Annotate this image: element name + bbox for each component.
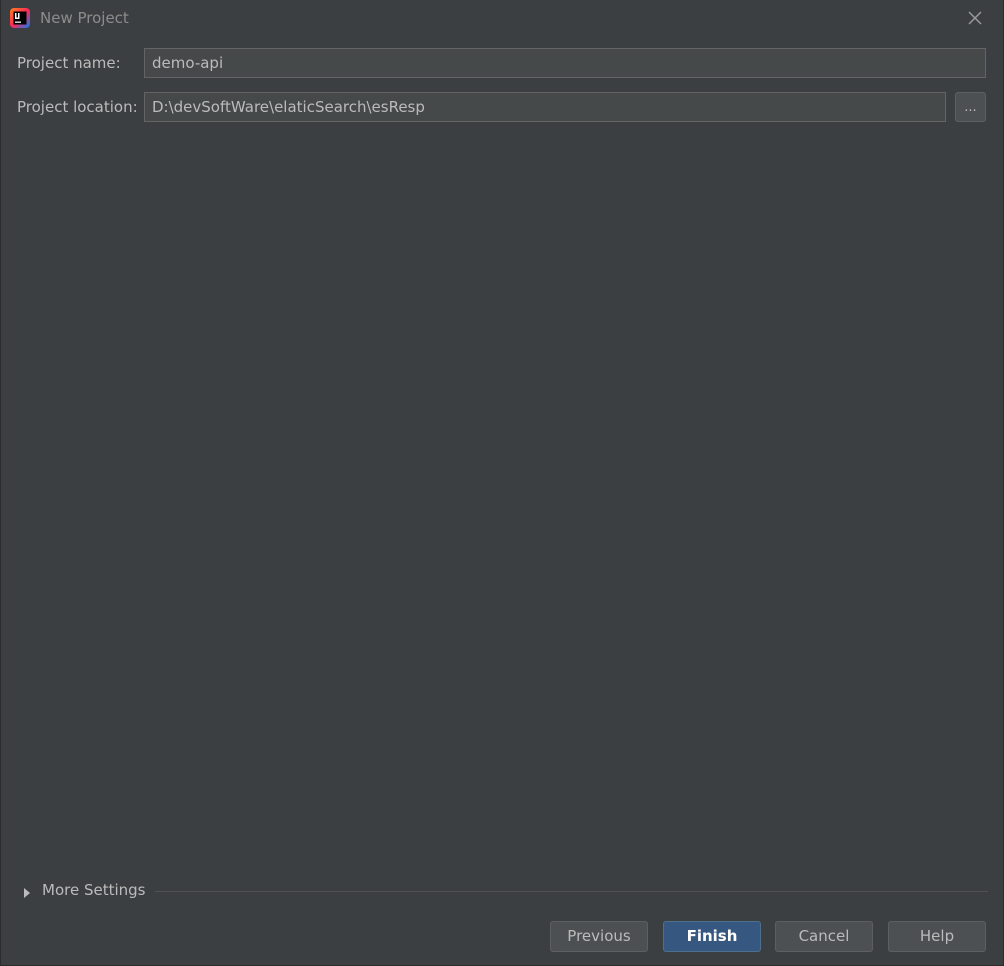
- new-project-dialog: New Project Project name: Project locati…: [0, 0, 1004, 966]
- finish-button[interactable]: Finish: [663, 921, 761, 952]
- project-name-label: Project name:: [17, 54, 121, 72]
- project-location-label: Project location:: [17, 98, 138, 116]
- intellij-idea-icon: [10, 8, 30, 28]
- chevron-right-icon: [21, 884, 33, 898]
- project-location-row: Project location: ...: [1, 92, 1004, 122]
- browse-button[interactable]: ...: [955, 92, 986, 122]
- help-button[interactable]: Help: [888, 921, 986, 952]
- cancel-button[interactable]: Cancel: [775, 921, 873, 952]
- project-name-row: Project name:: [1, 48, 1004, 78]
- window-title: New Project: [40, 9, 129, 27]
- project-name-input[interactable]: [144, 48, 986, 78]
- project-location-input[interactable]: [144, 92, 946, 122]
- title-bar: New Project: [1, 0, 1004, 36]
- previous-button[interactable]: Previous: [550, 921, 648, 952]
- more-settings-divider: [155, 891, 988, 892]
- more-settings-label: More Settings: [42, 881, 146, 899]
- close-icon[interactable]: [963, 6, 987, 30]
